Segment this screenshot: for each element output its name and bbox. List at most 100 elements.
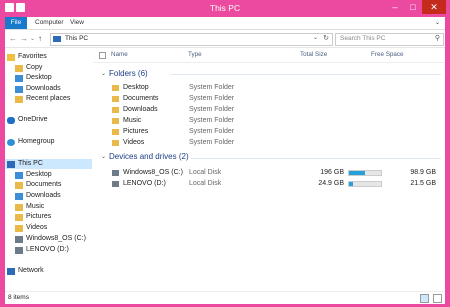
column-name[interactable]: Name [111,51,128,58]
computer-icon [7,160,15,168]
drive-icon [15,235,23,243]
item-name: Windows8_OS (C:) [123,169,183,176]
sidebar-item-label: Recent places [26,95,71,102]
list-item[interactable]: Desktop System Folder [112,83,442,93]
list-item[interactable]: Downloads System Folder [112,105,442,115]
select-all-checkbox[interactable] [99,52,106,59]
maximize-icon[interactable]: □ [404,0,422,14]
documents-icon [15,181,23,189]
item-type: System Folder [189,95,235,102]
folder-icon [15,64,23,72]
window-controls: – □ ✕ [386,0,446,14]
breadcrumb[interactable]: This PC [65,35,88,42]
sidebar-item-pc-desktop[interactable]: Desktop [15,170,52,180]
title-bar: This PC – □ ✕ [0,0,450,17]
sidebar-item-label: This PC [18,160,43,167]
sidebar-item-label: Desktop [26,74,52,81]
back-icon[interactable]: ← [9,34,17,43]
item-type: System Folder [189,84,235,91]
sidebar-item-recent-places[interactable]: Recent places [15,94,70,104]
homegroup-icon [7,138,15,146]
column-type[interactable]: Type [188,51,202,58]
sidebar-item-label: Downloads [26,85,61,92]
list-item[interactable]: Pictures System Folder [112,127,442,137]
address-bar-row: ← → ⌄ ↑ This PC ⌄ ↻ Search This PC ⚲ [5,30,445,48]
sidebar-item-label: Pictures [26,213,52,220]
list-item[interactable]: Videos System Folder [112,138,442,148]
drive-icon [112,181,119,187]
item-free-space: 21.5 GB [410,180,436,187]
videos-icon [15,224,23,232]
item-type: Local Disk [189,180,222,187]
column-free-space[interactable]: Free Space [371,51,404,58]
expand-ribbon-icon[interactable]: ⌄ [435,19,440,26]
list-item[interactable]: Documents System Folder [112,94,442,104]
search-input[interactable]: Search This PC ⚲ [335,33,444,46]
sidebar-item-label: Videos [26,224,48,231]
explorer-content: Favorites Copy Desktop Downloads Recent … [5,48,445,291]
list-item[interactable]: Music System Folder [112,116,442,126]
sidebar-item-downloads[interactable]: Downloads [15,84,61,94]
recent-locations-icon[interactable]: ⌄ [30,35,35,42]
status-bar: 8 items [5,291,445,304]
drive-icon [15,246,23,254]
item-type: System Folder [189,139,235,146]
address-field[interactable]: This PC ⌄ ↻ [50,33,333,46]
tab-view[interactable]: View [65,17,89,29]
sidebar-item-copy[interactable]: Copy [15,63,42,73]
group-heading: Devices and drives (2) [109,152,189,161]
sidebar-item-this-pc[interactable]: This PC [5,159,92,169]
item-count: 8 items [8,294,29,301]
address-dropdown-icon[interactable]: ⌄ [313,34,318,41]
item-type: System Folder [189,128,235,135]
close-icon[interactable]: ✕ [422,0,446,14]
collapse-icon[interactable]: ⌄ [101,70,106,77]
tab-computer[interactable]: Computer [30,17,69,29]
item-total-size: 196 GB [320,169,344,176]
tab-file[interactable]: File [5,17,27,29]
forward-icon[interactable]: → [20,34,28,43]
list-item[interactable]: LENOVO (D:) Local Disk 24.9 GB 21.5 GB [112,179,442,189]
sidebar-item-pc-videos[interactable]: Videos [15,223,47,233]
group-divider [171,74,441,75]
search-placeholder: Search This PC [340,35,386,42]
item-name: Pictures [123,128,149,135]
sidebar-item-desktop[interactable]: Desktop [15,73,52,83]
sidebar-item-homegroup[interactable]: Homegroup [7,137,55,147]
recent-places-icon [15,95,23,103]
up-icon[interactable]: ↑ [38,34,42,43]
folder-icon [112,140,119,146]
column-total-size[interactable]: Total Size [300,51,327,58]
sidebar-item-pc-drive-d[interactable]: LENOVO (D:) [15,245,69,255]
downloads-icon [15,85,23,93]
sidebar-item-label: Downloads [26,192,61,199]
group-folders[interactable]: ⌄ Folders (6) [101,69,148,78]
usage-bar-fill [349,171,365,175]
item-name: Downloads [123,106,158,113]
sidebar-item-pc-downloads[interactable]: Downloads [15,191,61,201]
window-title: This PC [209,3,241,13]
desktop-icon [15,74,23,82]
sidebar-item-pc-documents[interactable]: Documents [15,180,61,190]
sidebar-item-favorites[interactable]: Favorites [7,52,47,62]
sidebar-item-onedrive[interactable]: OneDrive [7,115,48,125]
list-item[interactable]: Windows8_OS (C:) Local Disk 196 GB 98.9 GB [112,168,442,178]
sidebar-item-pc-music[interactable]: Music [15,202,44,212]
desktop-icon [15,171,23,179]
sidebar-item-network[interactable]: Network [7,266,44,276]
ribbon-tabs: File Computer View ⌄ [5,17,445,30]
sidebar-item-label: Network [18,267,44,274]
collapse-icon[interactable]: ⌄ [101,153,106,160]
refresh-icon[interactable]: ↻ [323,34,329,42]
usage-bar [348,181,382,187]
group-devices[interactable]: ⌄ Devices and drives (2) [101,152,189,161]
large-icons-view-icon[interactable] [433,294,442,303]
sidebar-item-pc-pictures[interactable]: Pictures [15,212,51,222]
search-icon: ⚲ [434,35,440,42]
details-view-icon[interactable] [420,294,429,303]
drive-icon [112,170,119,176]
sidebar-item-label: LENOVO (D:) [26,246,69,253]
folder-icon [112,107,119,113]
sidebar-item-pc-drive-c[interactable]: Windows8_OS (C:) [15,234,86,244]
minimize-icon[interactable]: – [386,0,404,14]
